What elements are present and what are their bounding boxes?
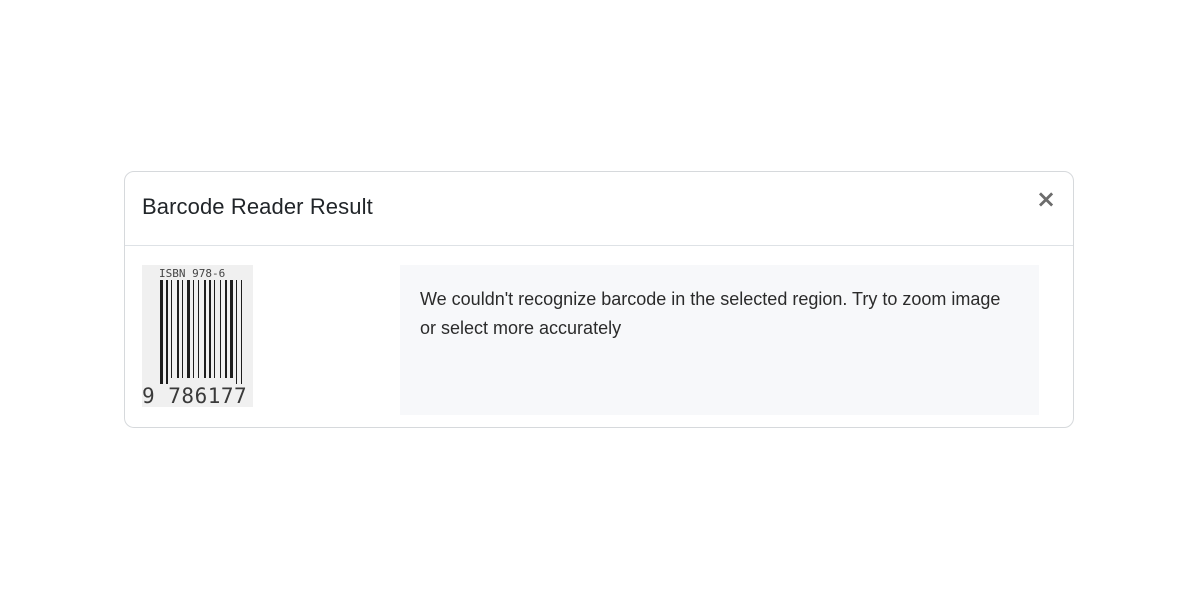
barcode-bar: [171, 280, 172, 378]
barcode-bar: [230, 280, 233, 378]
barcode-image: ISBN 978-6 9 786177: [142, 265, 253, 407]
barcode-thumbnail: ISBN 978-6 9 786177: [142, 265, 253, 407]
result-message: We couldn't recognize barcode in the sel…: [420, 289, 1001, 338]
barcode-bar: [236, 280, 237, 384]
barcode-bar: [241, 280, 242, 384]
dialog-body: ISBN 978-6 9 786177 We couldn't recogniz…: [125, 246, 1073, 427]
close-icon: ×: [1035, 185, 1057, 213]
barcode-digits-text: 9 786177: [142, 384, 247, 407]
close-button[interactable]: ×: [1035, 185, 1057, 213]
barcode-isbn-text: ISBN 978-6: [159, 267, 225, 280]
barcode-bar: [166, 280, 168, 384]
barcode-bar: [193, 280, 194, 378]
barcode-bar: [198, 280, 199, 378]
barcode-bar: [160, 280, 163, 384]
barcode-bar: [204, 280, 206, 378]
barcode-bar: [182, 280, 183, 378]
barcode-bar: [214, 280, 215, 378]
barcode-bar: [177, 280, 179, 378]
barcode-result-dialog: Barcode Reader Result × ISBN 978-6 9 786…: [124, 171, 1074, 428]
barcode-bar: [220, 280, 221, 378]
barcode-bar: [225, 280, 227, 378]
dialog-header: Barcode Reader Result ×: [125, 172, 1073, 246]
barcode-bar: [187, 280, 190, 378]
result-message-box: We couldn't recognize barcode in the sel…: [400, 265, 1039, 415]
barcode-bar: [209, 280, 211, 378]
dialog-title: Barcode Reader Result: [142, 194, 373, 219]
